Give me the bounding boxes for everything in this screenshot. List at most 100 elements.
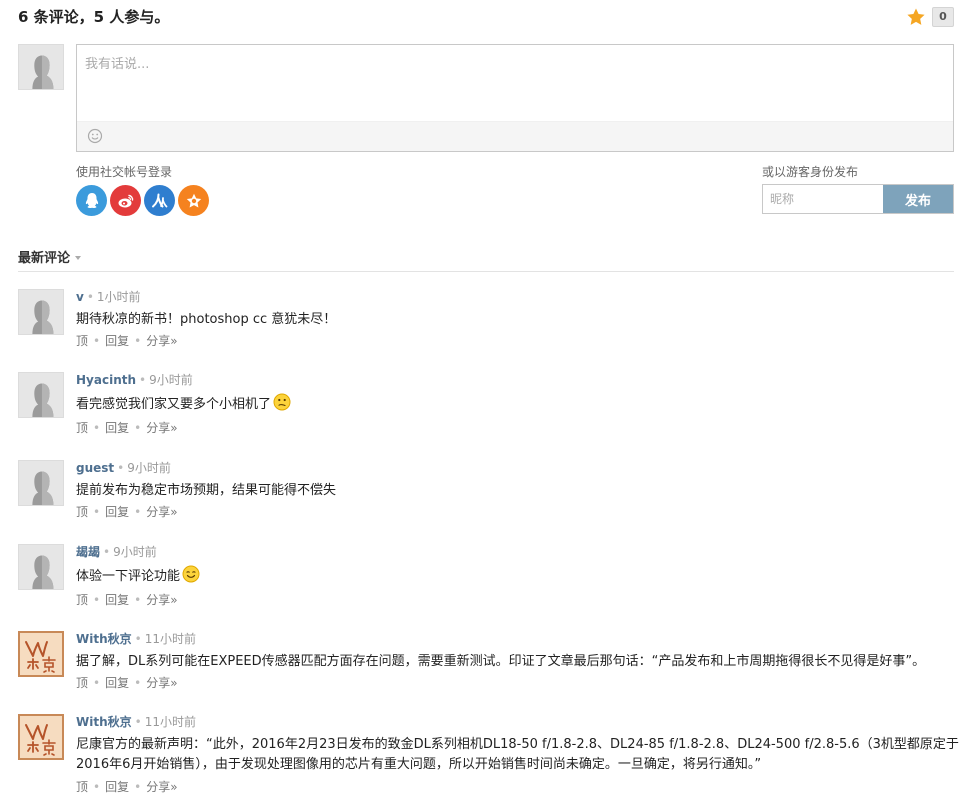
tab-latest-label: 最新评论 [18, 251, 71, 266]
comment-time[interactable]: 9小时前 [127, 461, 171, 475]
comment-sort-tabs: 最新评论 [18, 244, 954, 272]
reply-box [76, 44, 954, 152]
comment-time[interactable]: 11小时前 [145, 632, 196, 646]
comment-text: 看完感觉我们家又要多个小相机了 [76, 397, 272, 412]
meta-separator: • [139, 373, 147, 387]
reply-link[interactable]: 回复 [105, 505, 129, 519]
comment-text: 尼康官方的最新声明：“此外，2016年2月23日发布的致金DL系列相机DL18-… [76, 737, 959, 772]
action-separator: • [134, 505, 142, 519]
comment-textarea[interactable] [77, 45, 953, 121]
action-separator: • [134, 421, 142, 435]
comment-actions: 顶 • 回复 • 分享» [76, 503, 178, 520]
comment-text: 据了解，DL系列可能在EXPEED传感器匹配方面存在问题，需要重新测试。印证了文… [76, 654, 926, 669]
comment-item: 朅朅 • 9小时前 体验一下评论功能 顶 • 回复 • 分享» [18, 544, 960, 608]
commenter-avatar[interactable] [18, 631, 64, 677]
commenter-avatar[interactable] [18, 289, 64, 335]
comment-actions: 顶 • 回复 • 分享» [76, 778, 178, 795]
comment-item: v • 1小时前 期待秋凉的新书！photoshop cc 意犹未尽！ 顶 • 回复 • 分… [18, 289, 960, 351]
chevron-down-icon [75, 255, 82, 260]
comment-author[interactable]: v [76, 290, 84, 304]
reply-link[interactable]: 回复 [105, 421, 129, 435]
upvote-link[interactable]: 顶 [76, 780, 88, 794]
meta-separator: • [103, 545, 111, 559]
share-link[interactable]: 分享» [146, 780, 177, 794]
commenter-avatar[interactable] [18, 372, 64, 418]
comment-actions: 顶 • 回复 • 分享» [76, 419, 178, 436]
comment-time[interactable]: 9小时前 [149, 373, 193, 387]
action-separator: • [134, 676, 142, 690]
emoji-icon[interactable] [87, 128, 103, 144]
thinking-emoji-icon [273, 393, 291, 411]
weibo-icon[interactable] [110, 185, 141, 216]
star-icon[interactable] [906, 7, 926, 27]
comment-author[interactable]: guest [76, 461, 114, 475]
comment-actions: 顶 • 回复 • 分享» [76, 591, 178, 608]
share-link[interactable]: 分享» [146, 593, 177, 607]
reply-link[interactable]: 回复 [105, 334, 129, 348]
action-separator: • [134, 334, 142, 348]
comment-item: With秋京 • 11小时前 据了解，DL系列可能在EXPEED传感器匹配方面存在问… [18, 631, 960, 693]
upvote-link[interactable]: 顶 [76, 421, 88, 435]
comment-time[interactable]: 1小时前 [97, 290, 141, 304]
qq-icon[interactable] [76, 185, 107, 216]
publish-button[interactable]: 发布 [883, 185, 953, 213]
comment-time[interactable]: 9小时前 [113, 545, 157, 559]
upvote-link[interactable]: 顶 [76, 505, 88, 519]
comments-header: 6 条评论，5 人参与。 0 [18, 6, 954, 30]
guest-post-form: 发布 [762, 184, 954, 214]
reply-link[interactable]: 回复 [105, 593, 129, 607]
comment-item: guest • 9小时前 提前发布为稳定市场预期，结果可能得不偿失 顶 • 回复 • 分享» [18, 460, 960, 522]
share-link[interactable]: 分享» [146, 334, 177, 348]
comment-text: 提前发布为稳定市场预期，结果可能得不偿失 [76, 483, 337, 498]
comment-author[interactable]: With秋京 [76, 632, 132, 646]
comment-meta: 朅朅 • 9小时前 [76, 544, 157, 560]
action-separator: • [93, 593, 101, 607]
comment-author[interactable]: Hyacinth [76, 373, 136, 387]
comment-author[interactable]: 朅朅 [76, 545, 100, 559]
meta-separator: • [86, 290, 94, 304]
meta-separator: • [134, 715, 142, 729]
reply-link[interactable]: 回复 [105, 676, 129, 690]
action-separator: • [93, 676, 101, 690]
comment-item: With秋京 • 11小时前 尼康官方的最新声明：“此外，2016年2月23日发布的… [18, 714, 960, 802]
comment-meta: Hyacinth • 9小时前 [76, 372, 193, 388]
action-separator: • [93, 780, 101, 794]
comment-text: 期待秋凉的新书！photoshop cc 意犹未尽！ [76, 312, 337, 327]
douban-icon[interactable] [178, 185, 209, 216]
action-separator: • [134, 593, 142, 607]
meta-separator: • [117, 461, 125, 475]
commenter-avatar[interactable] [18, 544, 64, 590]
reply-link[interactable]: 回复 [105, 780, 129, 794]
comment-time[interactable]: 11小时前 [145, 715, 196, 729]
comment-meta: guest • 9小时前 [76, 460, 171, 476]
share-link[interactable]: 分享» [146, 421, 177, 435]
guest-post-label: 或以游客身份发布 [762, 165, 859, 179]
share-link[interactable]: 分享» [146, 505, 177, 519]
comment-actions: 顶 • 回复 • 分享» [76, 674, 178, 691]
upvote-link[interactable]: 顶 [76, 334, 88, 348]
meta-separator: • [134, 632, 142, 646]
action-separator: • [134, 780, 142, 794]
comment-author[interactable]: With秋京 [76, 715, 132, 729]
upvote-link[interactable]: 顶 [76, 593, 88, 607]
reply-toolbar [77, 121, 953, 151]
comment-actions: 顶 • 回复 • 分享» [76, 332, 178, 349]
nickname-input[interactable] [763, 185, 883, 213]
tab-latest-comments[interactable]: 最新评论 [18, 247, 82, 266]
action-separator: • [93, 334, 101, 348]
renren-icon[interactable] [144, 185, 175, 216]
commenter-avatar[interactable] [18, 460, 64, 506]
comment-meta: With秋京 • 11小时前 [76, 631, 196, 647]
comment-item: Hyacinth • 9小时前 看完感觉我们家又要多个小相机了 顶 • 回复 • 分享» [18, 372, 960, 436]
upvote-link[interactable]: 顶 [76, 676, 88, 690]
comment-text: 体验一下评论功能 [76, 569, 181, 584]
commenter-avatar[interactable] [18, 714, 64, 760]
comment-meta: v • 1小时前 [76, 289, 141, 305]
smile-emoji-icon [182, 565, 200, 583]
comment-body: 看完感觉我们家又要多个小相机了 [76, 393, 960, 415]
comment-count-title: 6 条评论，5 人参与。 [18, 8, 170, 26]
share-link[interactable]: 分享» [146, 676, 177, 690]
like-count-badge: 0 [932, 7, 954, 27]
current-user-avatar [18, 44, 64, 90]
social-login-label: 使用社交帐号登录 [76, 165, 173, 179]
